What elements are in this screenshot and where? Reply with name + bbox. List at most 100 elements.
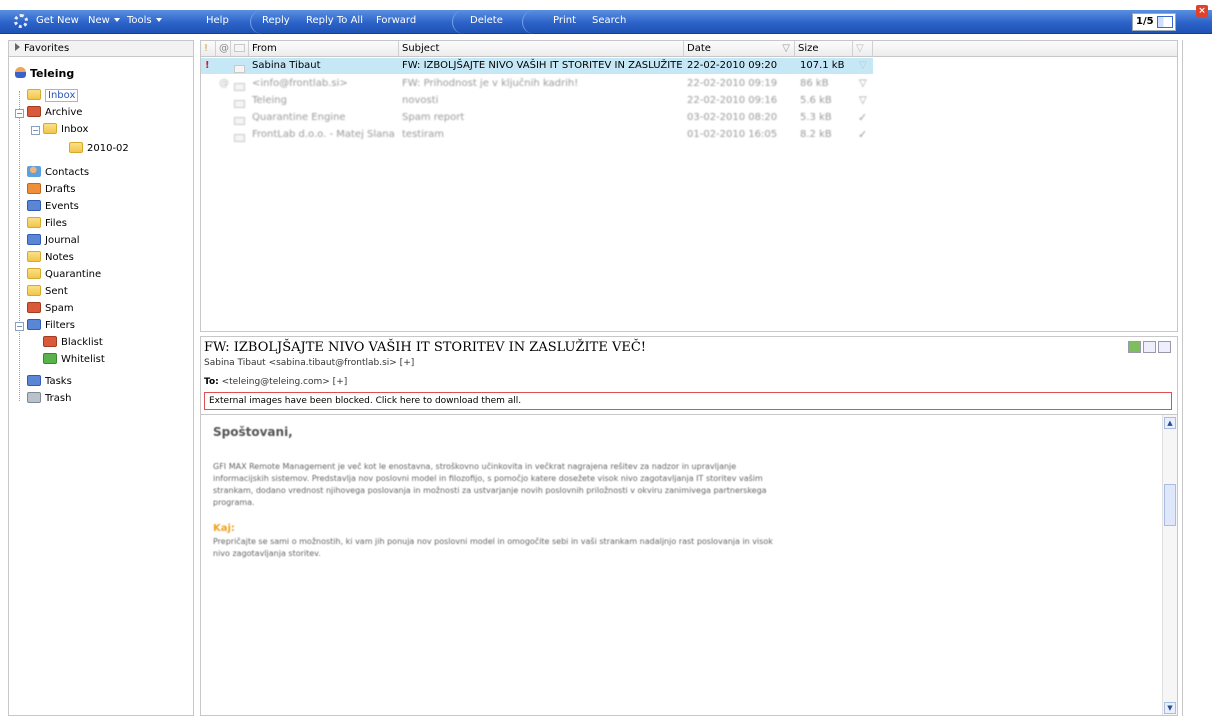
image-icon[interactable] xyxy=(1128,341,1141,353)
contacts-icon xyxy=(27,166,41,177)
attachment-column-header[interactable]: @ xyxy=(216,41,231,56)
message-list: ! @ From Subject Date ▽ Size ▽ ! Sabina T… xyxy=(200,40,1178,332)
priority-icon: ! xyxy=(205,60,210,71)
text-icon[interactable] xyxy=(1158,341,1171,353)
spam-label: Spam xyxy=(45,303,74,314)
list-item[interactable]: @ <info@frontlab.si> FW: Prihodnost je v… xyxy=(201,76,873,92)
expand-arrow-icon xyxy=(15,43,20,51)
scroll-up-icon[interactable]: ▲ xyxy=(1164,417,1176,429)
from-cell: FrontLab d.o.o. - Matej Slana xyxy=(252,129,395,140)
forward-button[interactable]: Forward xyxy=(376,15,416,26)
date-cell: 03-02-2010 08:20 xyxy=(687,112,778,123)
scroll-thumb[interactable] xyxy=(1164,484,1176,526)
get-new-button[interactable]: Get New xyxy=(36,15,79,26)
sidebar-item-events[interactable]: Events xyxy=(27,199,79,215)
quarantine-label: Quarantine xyxy=(45,269,102,280)
date-column-header[interactable]: Date ▽ xyxy=(684,41,795,56)
tools-menu-button[interactable]: Tools xyxy=(127,15,162,26)
list-item[interactable]: Quarantine Engine Spam report 03-02-2010… xyxy=(201,110,873,126)
sidebar-item-files[interactable]: Files xyxy=(27,216,67,232)
subject-column-header[interactable]: Subject xyxy=(399,41,684,56)
check-icon[interactable]: ✓ xyxy=(858,127,867,143)
pager[interactable]: 1/5 xyxy=(1132,13,1176,31)
flag-icon[interactable]: ▽ xyxy=(859,76,867,92)
greeting: Spoštovani, xyxy=(213,425,293,439)
sidebar-item-filters[interactable]: Filters xyxy=(27,318,75,334)
subject-cell: FW: IZBOLJŠAJTE NIVO VAŠIH IT STORITEV I… xyxy=(402,60,685,71)
calendar-icon xyxy=(27,200,41,211)
envelope-icon xyxy=(234,131,245,147)
date-cell: 22-02-2010 09:16 xyxy=(687,95,778,106)
sidebar-item-blacklist[interactable]: Blacklist xyxy=(43,335,103,351)
preview-to[interactable]: To: <teleing@teleing.com> [+] xyxy=(204,377,347,387)
scroll-down-icon[interactable]: ▼ xyxy=(1164,702,1176,714)
sidebar-item-drafts[interactable]: Drafts xyxy=(27,182,75,198)
size-column-header[interactable]: Size xyxy=(795,41,853,56)
preview-from[interactable]: Sabina Tibaut <sabina.tibaut@frontlab.si… xyxy=(204,358,414,368)
size-cell: 107.1 kB xyxy=(800,60,845,71)
size-cell: 86 kB xyxy=(800,78,829,89)
layout-icon[interactable] xyxy=(1157,16,1173,28)
sidebar-item-archive[interactable]: Archive xyxy=(27,105,82,121)
search-button[interactable]: Search xyxy=(592,15,626,26)
drafts-label: Drafts xyxy=(45,184,76,195)
filters-label: Filters xyxy=(45,320,75,331)
flag-icon[interactable]: ▽ xyxy=(859,58,867,74)
filters-icon xyxy=(27,319,41,330)
sidebar-item-notes[interactable]: Notes xyxy=(27,250,74,266)
folder-icon xyxy=(69,142,83,153)
list-item[interactable]: Teleing novosti 22-02-2010 09:16 5.6 kB … xyxy=(201,93,873,109)
gear-icon[interactable] xyxy=(14,14,28,28)
new-menu-button[interactable]: New xyxy=(88,15,120,26)
files-icon xyxy=(27,217,41,228)
flag-icon[interactable]: ▽ xyxy=(859,93,867,109)
sidebar-item-journal[interactable]: Journal xyxy=(27,233,80,249)
help-button[interactable]: Help xyxy=(206,15,229,26)
sidebar-item-contacts[interactable]: Contacts xyxy=(27,165,89,181)
date-cell: 22-02-2010 09:19 xyxy=(687,78,778,89)
sidebar-item-archive-inbox[interactable]: Inbox xyxy=(43,122,88,138)
archive-sub-label: 2010-02 xyxy=(87,143,129,154)
reply-button[interactable]: Reply xyxy=(262,15,290,26)
pager-label: 1/5 xyxy=(1136,16,1154,27)
reply-all-button[interactable]: Reply To All xyxy=(306,15,363,26)
body-paragraph: GFI MAX Remote Management je več kot le … xyxy=(213,462,767,507)
close-icon[interactable]: × xyxy=(1196,5,1208,17)
body-heading: Kaj: xyxy=(213,523,235,534)
read-status-column-header[interactable] xyxy=(231,41,249,56)
collapse-icon[interactable]: − xyxy=(15,109,24,118)
flag-column-header[interactable]: ▽ xyxy=(853,41,873,56)
sidebar-item-spam[interactable]: Spam xyxy=(27,301,74,317)
window-icon[interactable] xyxy=(1143,341,1156,353)
check-icon[interactable]: ✓ xyxy=(858,110,867,126)
size-cell: 8.2 kB xyxy=(800,129,832,140)
sidebar-item-2010-02[interactable]: 2010-02 xyxy=(69,141,129,157)
tasks-icon xyxy=(27,375,41,386)
favorites-bar[interactable]: Favorites xyxy=(9,41,193,57)
preview-subject: FW: IZBOLJŠAJTE NIVO VAŠIH IT STORITEV I… xyxy=(204,340,647,355)
date-header-label: Date xyxy=(687,43,711,54)
from-column-header[interactable]: From xyxy=(249,41,399,56)
collapse-icon[interactable]: − xyxy=(15,322,24,331)
sidebar-item-inbox[interactable]: Inbox xyxy=(27,88,79,104)
list-item[interactable]: FrontLab d.o.o. - Matej Slana testiram 0… xyxy=(201,127,873,143)
account-node[interactable]: Teleing xyxy=(15,67,74,80)
from-cell: Sabina Tibaut xyxy=(252,60,321,71)
archive-inbox-label: Inbox xyxy=(61,124,89,135)
collapse-icon[interactable]: − xyxy=(31,126,40,135)
subject-cell: Spam report xyxy=(402,112,465,123)
sidebar-item-trash[interactable]: Trash xyxy=(27,391,71,407)
date-cell: 01-02-2010 16:05 xyxy=(687,129,778,140)
priority-column-header[interactable]: ! xyxy=(201,41,216,56)
sidebar-item-sent[interactable]: Sent xyxy=(27,284,68,300)
sidebar-item-whitelist[interactable]: Whitelist xyxy=(43,352,105,368)
blocked-images-notice[interactable]: External images have been blocked. Click… xyxy=(204,392,1172,410)
list-item[interactable]: ! Sabina Tibaut FW: IZBOLJŠAJTE NIVO VAŠ… xyxy=(201,58,873,74)
sidebar-item-tasks[interactable]: Tasks xyxy=(27,374,72,390)
user-icon xyxy=(15,67,26,78)
sidebar-item-quarantine[interactable]: Quarantine xyxy=(27,267,101,283)
print-button[interactable]: Print xyxy=(553,15,576,26)
from-cell: Teleing xyxy=(252,95,287,106)
vertical-scrollbar[interactable]: ▲ ▼ xyxy=(1162,415,1177,715)
delete-button[interactable]: Delete xyxy=(470,15,503,26)
